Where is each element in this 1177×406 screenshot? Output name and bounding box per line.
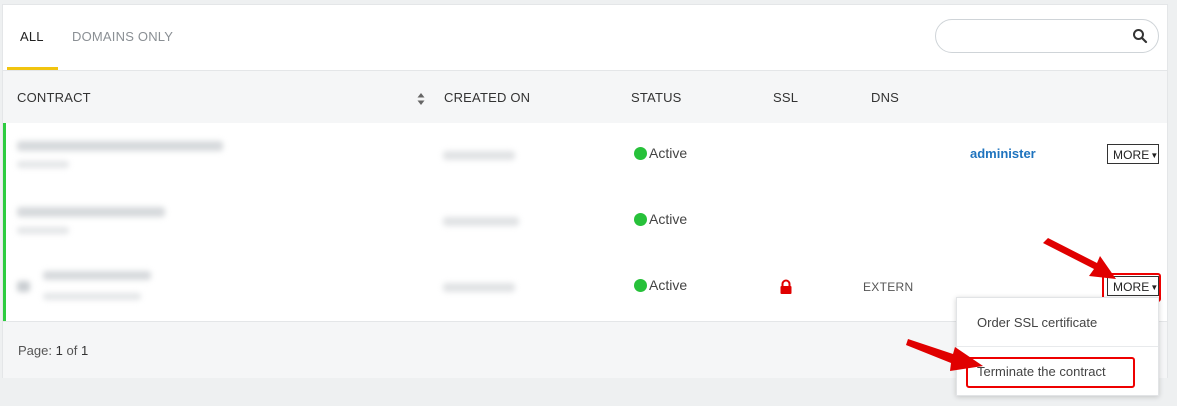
sort-icon[interactable] (417, 92, 425, 106)
row-marker (3, 255, 6, 321)
status-dot-icon (634, 279, 647, 292)
current-page: 1 (55, 343, 63, 358)
contract-name-redacted (17, 207, 165, 217)
status-label: Active (649, 145, 688, 161)
table-row: Active administer MORE▼ (3, 123, 1167, 190)
table-row: Active (3, 189, 1167, 256)
dns-value: EXTERN (863, 280, 914, 294)
row-marker (3, 123, 6, 189)
column-header-contract[interactable]: CONTRACT (17, 90, 91, 105)
contract-sub-redacted (17, 227, 69, 234)
table-header: CONTRACT CREATED ON STATUS SSL DNS (3, 70, 1167, 125)
column-header-status: STATUS (631, 90, 682, 105)
column-header-created-on: CREATED ON (444, 90, 531, 105)
pagination-of: of (66, 343, 78, 358)
status-label: Active (649, 277, 688, 293)
created-on-redacted (443, 151, 515, 160)
status-dot-icon (634, 147, 647, 160)
administer-link[interactable]: administer (970, 146, 1036, 161)
created-on-redacted (443, 283, 515, 292)
menu-item-order-ssl[interactable]: Order SSL certificate (977, 315, 1097, 330)
annotation-highlight-terminate (966, 357, 1135, 388)
column-header-ssl: SSL (773, 90, 799, 105)
status-label: Active (649, 211, 688, 227)
column-header-dns: DNS (871, 90, 900, 105)
caret-down-icon: ▼ (1150, 151, 1159, 160)
total-pages: 1 (80, 343, 89, 358)
domain-checkbox-redacted (17, 281, 30, 292)
tab-domains-only[interactable]: DOMAINS ONLY (72, 29, 173, 44)
contract-sub-redacted (17, 161, 69, 168)
more-button-label: MORE (1113, 148, 1150, 162)
more-button[interactable]: MORE▼ (1107, 144, 1159, 164)
row-marker (3, 189, 6, 255)
menu-divider (957, 346, 1158, 347)
contract-name-redacted (43, 271, 151, 280)
search-input[interactable] (935, 19, 1159, 53)
created-on-redacted (443, 217, 519, 226)
tab-bar: ALL DOMAINS ONLY (3, 5, 1167, 71)
lock-icon (780, 279, 792, 294)
pagination-label: Page: (18, 343, 52, 358)
contract-name-redacted (17, 141, 223, 151)
contract-sub-redacted (43, 293, 141, 300)
tab-all[interactable]: ALL (20, 29, 44, 44)
status-dot-icon (634, 213, 647, 226)
pagination: Page: 1 of 1 (18, 343, 88, 358)
search-icon[interactable] (1132, 28, 1148, 44)
